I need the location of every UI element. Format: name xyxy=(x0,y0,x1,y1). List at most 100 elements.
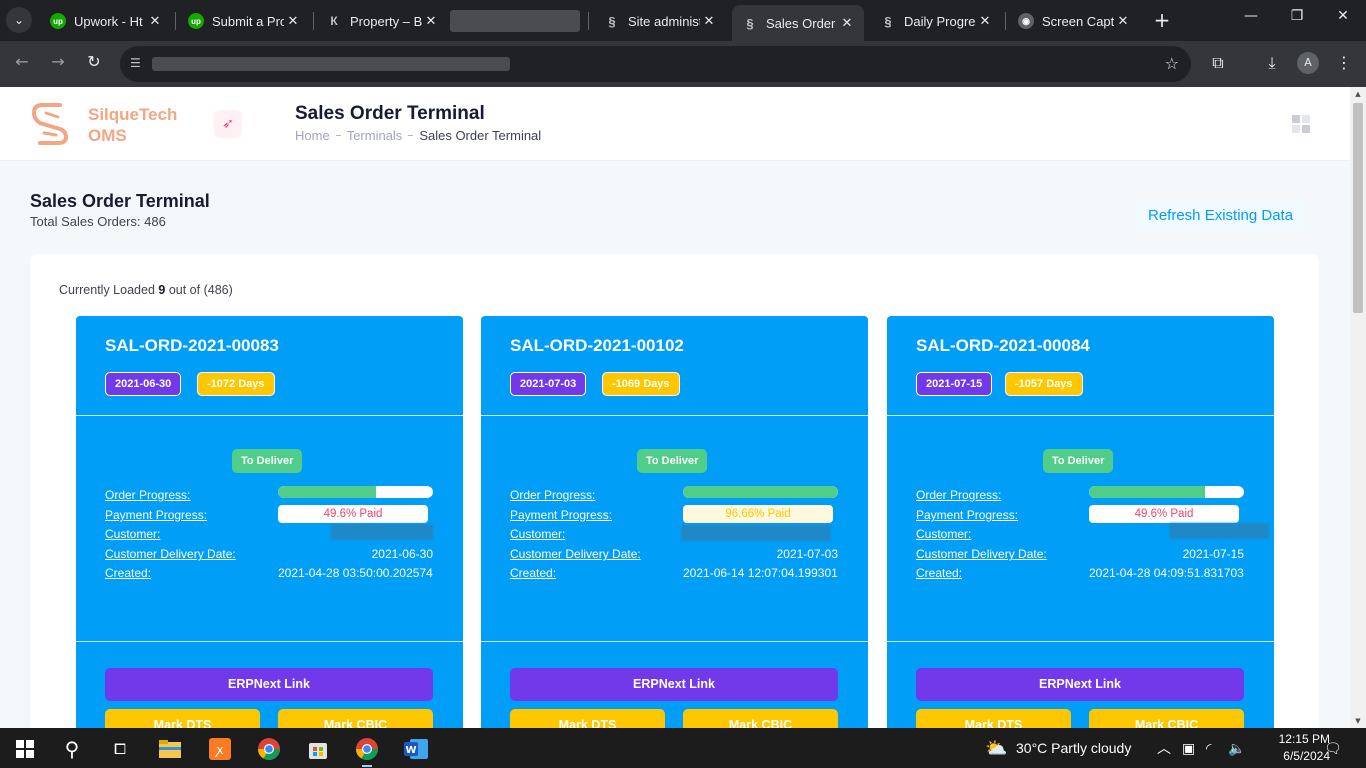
created-label[interactable]: Created: xyxy=(510,566,556,580)
order-progress-label[interactable]: Order Progress: xyxy=(510,488,595,502)
loaded-prefix: Currently Loaded xyxy=(59,283,155,297)
customer-label[interactable]: Customer: xyxy=(916,527,971,541)
wifi-icon[interactable]: ◜ xyxy=(1206,728,1211,768)
mark-cbic-button[interactable]: Mark CBIC xyxy=(1089,709,1244,728)
close-tab-icon[interactable]: ✕ xyxy=(146,13,164,29)
card-divider xyxy=(481,415,868,416)
created-value: 2021-04-28 03:50:00.202574 xyxy=(278,566,433,580)
weather-text[interactable]: 30°C Partly cloudy xyxy=(1016,728,1131,768)
mark-cbic-button[interactable]: Mark CBIC xyxy=(683,709,838,728)
tab-search-icon[interactable]: ⌄ xyxy=(6,7,32,33)
reload-icon[interactable]: ↻ xyxy=(82,52,106,71)
profile-avatar[interactable]: A xyxy=(1297,52,1319,74)
erpnext-link-button[interactable]: ERPNext Link xyxy=(105,668,433,701)
erpnext-link-button[interactable]: ERPNext Link xyxy=(510,668,838,701)
close-tab-icon[interactable]: ✕ xyxy=(284,13,302,29)
network-device-icon[interactable]: ▣ xyxy=(1182,728,1195,768)
mark-cbic-button[interactable]: Mark CBIC xyxy=(278,709,433,728)
close-tab-icon[interactable]: ✕ xyxy=(838,15,856,31)
browser-tab[interactable]: up Upwork - Ht ✕ xyxy=(40,5,172,37)
chrome-active-icon[interactable] xyxy=(354,736,380,767)
customer-label[interactable]: Customer: xyxy=(105,527,160,541)
page-scrollbar[interactable]: ▲ ▼ xyxy=(1350,87,1366,728)
browser-tab[interactable]: § Daily Progre ✕ xyxy=(870,5,1002,37)
status-badge: To Deliver xyxy=(637,449,708,473)
new-tab-icon[interactable]: + xyxy=(1150,8,1174,32)
browser-menu-icon[interactable]: ⋮ xyxy=(1332,53,1356,72)
system-clock[interactable]: 12:15 PM 6/5/2024 xyxy=(1272,731,1330,765)
payment-progress-label[interactable]: Payment Progress: xyxy=(916,508,1018,522)
browser-tab[interactable]: ◉ Screen Captu ✕ xyxy=(1008,5,1140,37)
order-progress-label[interactable]: Order Progress: xyxy=(916,488,1001,502)
section-title: Sales Order Terminal xyxy=(30,191,210,211)
volume-icon[interactable]: 🔈 xyxy=(1228,728,1245,768)
refresh-data-button[interactable]: Refresh Existing Data xyxy=(1136,201,1306,230)
order-id: SAL-ORD-2021-00102 xyxy=(510,336,684,355)
extensions-icon[interactable]: ⧉ xyxy=(1206,53,1230,73)
orders-panel: Currently Loaded 9 out of (486) SAL-ORD-… xyxy=(30,254,1319,728)
browser-toolbar: ← → ↻ ☰ ☆ ⧉ ⤓ A ⋮ xyxy=(0,41,1366,87)
bookmark-star-icon[interactable]: ☆ xyxy=(1165,54,1179,73)
created-label[interactable]: Created: xyxy=(916,566,962,580)
chrome-icon[interactable] xyxy=(256,736,282,762)
breadcrumb-terminals[interactable]: Terminals xyxy=(347,128,403,143)
scroll-down-icon[interactable]: ▼ xyxy=(1350,717,1366,725)
mark-dts-button[interactable]: Mark DTS xyxy=(105,709,260,728)
tab-title: Screen Captu xyxy=(1042,13,1114,29)
breadcrumb-home[interactable]: Home xyxy=(295,128,330,143)
payment-progress-label[interactable]: Payment Progress: xyxy=(105,508,207,522)
search-icon[interactable]: ⚲ xyxy=(59,736,85,762)
order-progress-bar xyxy=(683,486,838,498)
close-tab-icon[interactable]: ✕ xyxy=(1114,13,1132,29)
delivery-date-label[interactable]: Customer Delivery Date: xyxy=(105,547,236,561)
card-divider xyxy=(76,641,463,642)
mark-dts-button[interactable]: Mark DTS xyxy=(510,709,665,728)
close-window-icon[interactable]: ✕ xyxy=(1320,8,1366,24)
browser-tab[interactable]: up Submit a Pro ✕ xyxy=(178,5,310,37)
browser-tab-active[interactable]: § Sales Order T ✕ xyxy=(732,5,864,41)
address-bar[interactable]: ☰ ☆ xyxy=(120,46,1191,82)
forward-icon[interactable]: → xyxy=(46,52,70,71)
notifications-icon[interactable]: 🗨 xyxy=(1324,728,1342,768)
delivery-date-label[interactable]: Customer Delivery Date: xyxy=(510,547,641,561)
delivery-date-label[interactable]: Customer Delivery Date: xyxy=(916,547,1047,561)
browser-tab[interactable]: § Site administ ✕ xyxy=(594,5,726,37)
card-divider xyxy=(887,415,1274,416)
xampp-icon[interactable]: ꭗ xyxy=(207,736,233,762)
minimize-icon[interactable]: — xyxy=(1228,8,1274,24)
windows-start-icon[interactable] xyxy=(12,736,38,762)
restore-icon[interactable]: ❐ xyxy=(1274,8,1320,24)
browser-tab[interactable]: К Property – B ✕ xyxy=(316,5,448,37)
site-info-icon[interactable]: ☰ xyxy=(130,56,146,72)
scroll-up-icon[interactable]: ▲ xyxy=(1350,90,1366,98)
order-progress-label[interactable]: Order Progress: xyxy=(105,488,190,502)
created-label[interactable]: Created: xyxy=(105,566,151,580)
mark-dts-button[interactable]: Mark DTS xyxy=(916,709,1071,728)
close-tab-icon[interactable]: ✕ xyxy=(976,13,994,29)
download-icon[interactable]: ⤓ xyxy=(1260,53,1284,73)
ms-store-icon[interactable] xyxy=(305,736,331,762)
customer-label[interactable]: Customer: xyxy=(510,527,565,541)
close-tab-icon[interactable]: ✕ xyxy=(700,13,718,29)
tab-title: Property – B xyxy=(350,13,422,29)
apps-grid-icon[interactable] xyxy=(1292,115,1311,134)
payment-progress-box: 49.6% Paid xyxy=(278,505,428,523)
payment-progress-label[interactable]: Payment Progress: xyxy=(510,508,612,522)
upwork-icon: up xyxy=(188,13,204,29)
tab-separator xyxy=(175,12,176,30)
back-icon[interactable]: ← xyxy=(10,52,34,71)
close-tab-icon[interactable]: ✕ xyxy=(422,13,440,29)
tab-separator xyxy=(588,12,589,30)
tray-chevron-icon[interactable]: ︿ xyxy=(1157,728,1171,768)
scroll-thumb[interactable] xyxy=(1353,103,1363,313)
weather-icon[interactable]: ⛅ xyxy=(985,728,1007,768)
order-progress-fill xyxy=(278,486,376,498)
browser-tab[interactable] xyxy=(440,5,582,37)
erpnext-link-button[interactable]: ERPNext Link xyxy=(916,668,1244,701)
file-explorer-icon[interactable] xyxy=(157,736,183,762)
task-view-icon[interactable]: ⧠ xyxy=(107,736,133,762)
word-icon[interactable]: W xyxy=(403,736,429,762)
order-card: SAL-ORD-2021-00084 2021-07-15 -1057 Days… xyxy=(887,316,1274,728)
silquetech-logo[interactable] xyxy=(30,99,72,149)
rocket-icon[interactable]: ➶ xyxy=(214,110,242,138)
